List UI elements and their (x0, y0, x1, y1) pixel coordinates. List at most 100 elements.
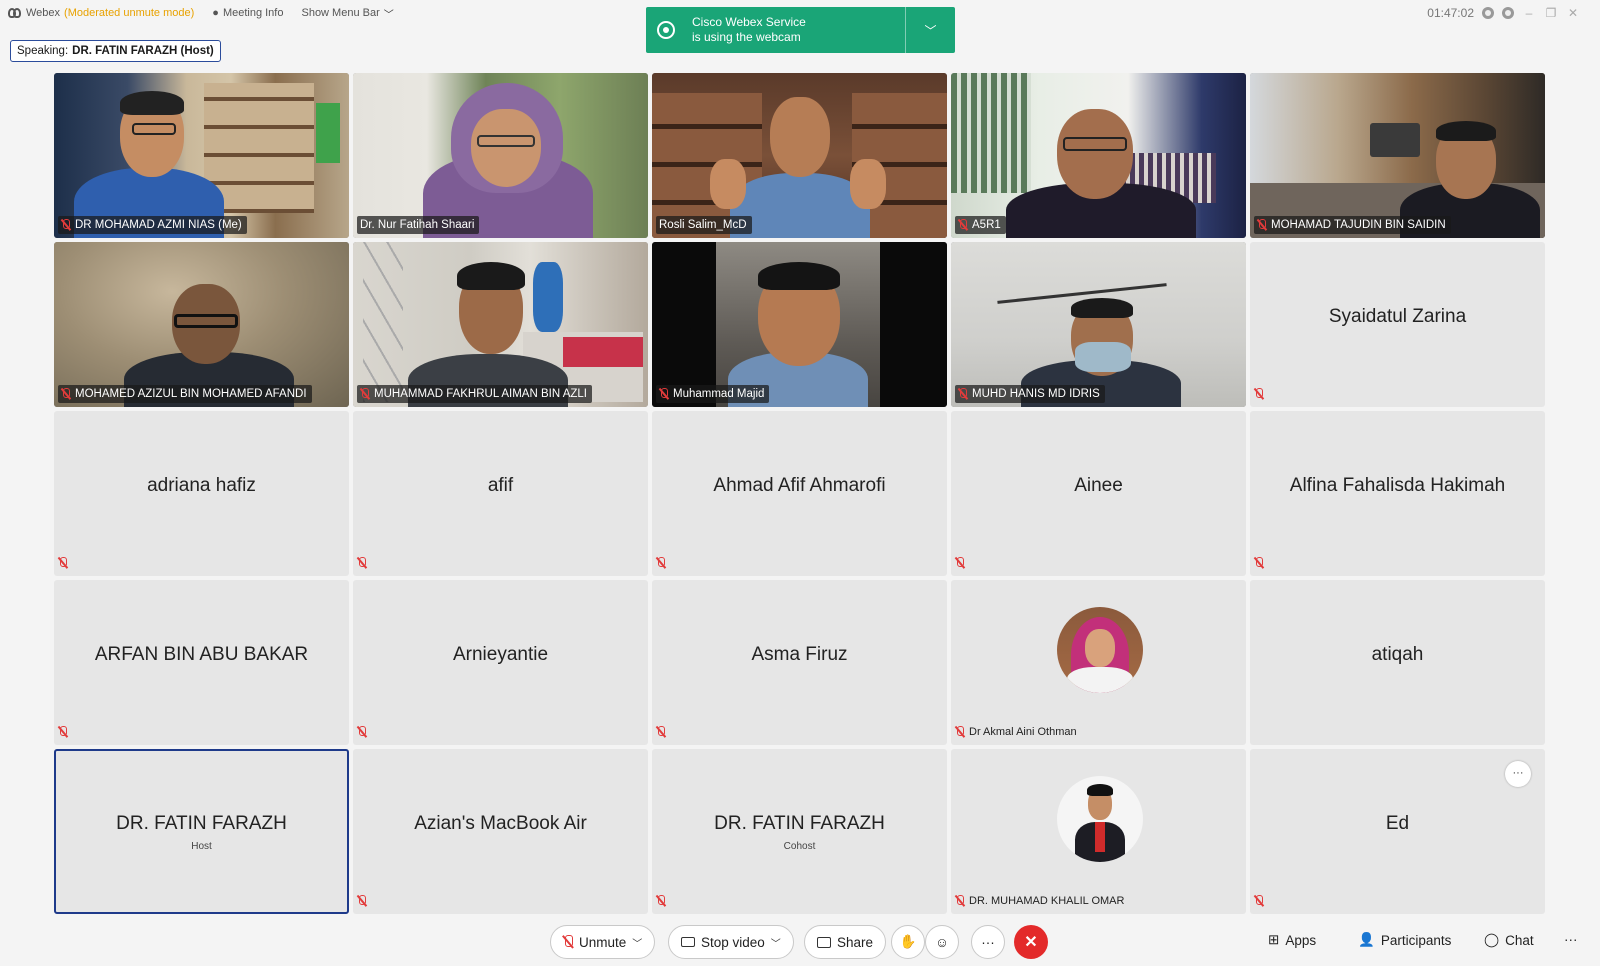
participant-label: DR MOHAMAD AZMI NIAS (Me) (58, 216, 247, 234)
participant-display-name: DR. FATIN FARAZH (714, 813, 885, 834)
participant-label (58, 723, 68, 741)
participant-tile[interactable]: Ahmad Afif Ahmarofi (652, 411, 947, 576)
video-feed (54, 242, 349, 407)
participant-label (58, 554, 68, 572)
unmute-button[interactable]: Unmute ﹀ (550, 925, 656, 959)
network-status-icon[interactable] (1502, 7, 1514, 19)
muted-mic-icon (58, 726, 68, 738)
stop-video-label: Stop video (701, 934, 765, 950)
participant-tile[interactable]: Asma Firuz (652, 580, 947, 745)
muted-mic-icon (357, 895, 367, 907)
muted-mic-icon (659, 388, 669, 400)
participant-tile[interactable]: ··· Ed (1250, 749, 1545, 914)
speaking-label: Speaking: (17, 45, 69, 57)
participant-name: MOHAMAD TAJUDIN BIN SAIDIN (1271, 219, 1446, 231)
participant-tile[interactable]: adriana hafiz (54, 411, 349, 576)
participant-tile[interactable]: Azian's MacBook Air (353, 749, 648, 914)
participant-tile[interactable]: Muhammad Majid (652, 242, 947, 407)
more-options-button[interactable]: ··· (971, 925, 1005, 959)
more-label: ··· (981, 934, 995, 950)
camera-icon (681, 937, 695, 947)
video-feed (353, 242, 648, 407)
minimize-icon[interactable]: – (1522, 6, 1536, 20)
participant-tile[interactable]: MOHAMAD TAJUDIN BIN SAIDIN (1250, 73, 1545, 238)
participant-label: Rosli Salim_McD (656, 216, 752, 234)
raise-hand-button[interactable]: ✋ (891, 925, 925, 959)
participant-label (1254, 554, 1264, 572)
unmute-mode-label: (Moderated unmute mode) (64, 7, 195, 19)
show-menu-bar-button[interactable]: Show Menu Bar ﹀ (301, 6, 393, 21)
video-feed (652, 242, 947, 407)
participant-tile[interactable]: Ainee (951, 411, 1246, 576)
meeting-info-button[interactable]: ● Meeting Info (212, 7, 283, 19)
chevron-down-icon: ﹀ (383, 9, 394, 21)
stop-video-button[interactable]: Stop video ﹀ (668, 925, 794, 959)
reactions-button[interactable]: ☺ (925, 925, 959, 959)
participant-display-name: Ed (1385, 813, 1410, 834)
muted-mic-icon (357, 726, 367, 738)
apps-icon: ⊞ (1268, 932, 1280, 947)
more-options-button[interactable]: ··· (1505, 761, 1531, 787)
participant-tile[interactable]: A5R1 (951, 73, 1246, 238)
webcam-notification[interactable]: Cisco Webex Service is using the webcam … (646, 7, 955, 53)
avatar (1057, 607, 1143, 693)
overflow-menu-button[interactable]: ··· (1564, 932, 1578, 947)
muted-mic-icon (656, 895, 666, 907)
participant-tile[interactable]: Arnieyantie (353, 580, 648, 745)
participant-display-name: Ahmad Afif Ahmarofi (713, 475, 886, 496)
participant-tile[interactable]: MUHAMMAD FAKHRUL AIMAN BIN AZLI (353, 242, 648, 407)
muted-mic-icon (1254, 557, 1264, 569)
participant-tile[interactable]: Alfina Fahalisda Hakimah (1250, 411, 1545, 576)
apps-button[interactable]: ⊞ Apps (1268, 932, 1316, 948)
participant-label: Dr Akmal Aini Othman (955, 723, 1077, 741)
participant-name: Dr. Nur Fatihah Shaari (360, 219, 475, 231)
participant-label (1254, 385, 1264, 403)
muted-mic-icon (357, 557, 367, 569)
participant-tile[interactable]: Dr Akmal Aini Othman (951, 580, 1246, 745)
participant-tile[interactable]: DR MOHAMAD AZMI NIAS (Me) (54, 73, 349, 238)
chat-icon: ◯ (1484, 932, 1500, 947)
webcam-line-2: is using the webcam (692, 30, 801, 44)
participant-tile[interactable]: Dr. Nur Fatihah Shaari (353, 73, 648, 238)
muted-mic-icon (958, 388, 968, 400)
participant-label (1254, 892, 1264, 910)
muted-mic-icon (955, 557, 965, 569)
avatar (1057, 776, 1143, 862)
app-title: Webex (Moderated unmute mode) (8, 7, 194, 19)
participant-name: A5R1 (972, 219, 1001, 231)
participant-display-name: DR. FATIN FARAZH (116, 813, 287, 834)
chat-button[interactable]: ◯ Chat (1484, 932, 1534, 948)
muted-mic-icon (61, 219, 71, 231)
participant-tile[interactable]: atiqah (1250, 580, 1545, 745)
share-button[interactable]: Share (804, 925, 887, 959)
video-feed (652, 73, 947, 238)
participant-tile[interactable]: MOHAMED AZIZUL BIN MOHAMED AFANDI (54, 242, 349, 407)
participant-tile[interactable]: DR. FATIN FARAZH Cohost (652, 749, 947, 914)
webcam-icon (646, 7, 686, 53)
participant-tile[interactable]: DR. MUHAMAD KHALIL OMAR (951, 749, 1246, 914)
chevron-down-icon[interactable]: ﹀ (905, 7, 955, 53)
recording-indicator-icon[interactable] (1482, 7, 1494, 19)
chevron-down-icon[interactable]: ﹀ (632, 935, 642, 950)
restore-icon[interactable]: ❐ (1544, 6, 1558, 20)
apps-label: Apps (1285, 932, 1317, 948)
end-call-button[interactable]: ✕ (1014, 925, 1048, 959)
chevron-down-icon[interactable]: ﹀ (771, 935, 781, 950)
muted-mic-icon (656, 557, 666, 569)
video-feed (353, 73, 648, 238)
participant-display-name: Syaidatul Zarina (1328, 306, 1467, 327)
participant-tile[interactable]: Rosli Salim_McD (652, 73, 947, 238)
participant-tile[interactable]: DR. FATIN FARAZH Host (54, 749, 349, 914)
participant-tile[interactable]: Syaidatul Zarina (1250, 242, 1545, 407)
app-name: Webex (26, 7, 61, 19)
participant-tile[interactable]: MUHD HANIS MD IDRIS (951, 242, 1246, 407)
muted-mic-icon (1257, 219, 1267, 231)
participant-label (357, 892, 367, 910)
participants-button[interactable]: 👤 Participants (1358, 932, 1451, 948)
participant-tile[interactable]: ARFAN BIN ABU BAKAR (54, 580, 349, 745)
participant-display-name: atiqah (1371, 644, 1424, 665)
participant-tile[interactable]: afif (353, 411, 648, 576)
close-icon[interactable]: ✕ (1566, 6, 1580, 20)
participant-label (955, 554, 965, 572)
title-bar-right: 01:47:02 – ❐ ✕ (1427, 0, 1580, 26)
